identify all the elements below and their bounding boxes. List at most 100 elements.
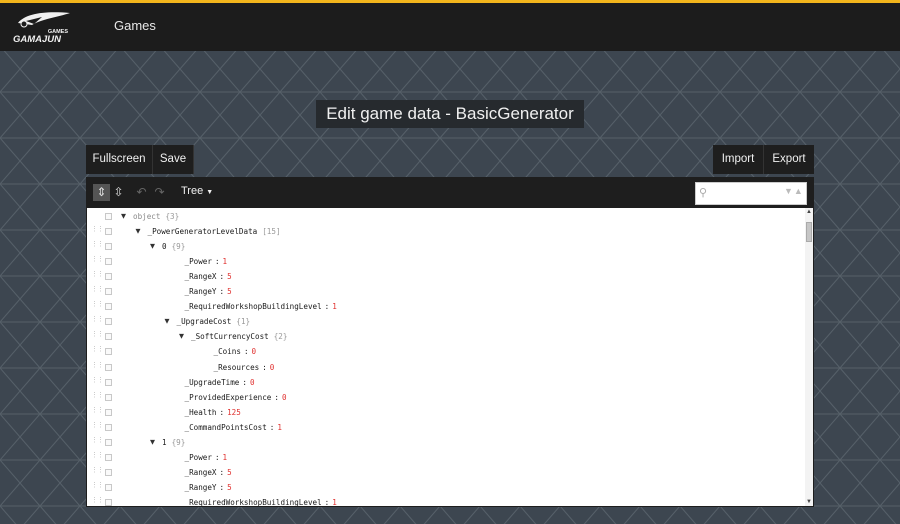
context-menu-button[interactable] bbox=[105, 318, 112, 326]
field-key[interactable]: _UpgradeCost bbox=[177, 317, 232, 326]
field-value[interactable]: 1 bbox=[332, 302, 337, 311]
tree-row[interactable]: ⋮⋮ ▼ _PowerGeneratorLevelData [15] bbox=[87, 224, 805, 239]
field-value[interactable]: 1 bbox=[277, 423, 282, 432]
drag-handle-icon[interactable]: ⋮⋮ bbox=[91, 421, 104, 432]
context-menu-button[interactable] bbox=[105, 273, 112, 281]
tree-field[interactable]: _Power:1 bbox=[185, 450, 228, 465]
context-menu-button[interactable] bbox=[105, 258, 112, 266]
field-key[interactable]: 0 bbox=[162, 242, 167, 251]
context-menu-button[interactable] bbox=[105, 348, 112, 356]
drag-handle-icon[interactable]: ⋮⋮ bbox=[91, 301, 104, 311]
field-key[interactable]: _UpgradeTime bbox=[185, 378, 240, 387]
tree-row[interactable]: ⋮⋮ _UpgradeTime:0 bbox=[87, 375, 805, 390]
expand-all-icon[interactable]: ⇕ bbox=[93, 184, 110, 201]
context-menu-button[interactable] bbox=[105, 288, 112, 296]
expand-toggle-icon[interactable]: ▼ bbox=[150, 239, 160, 254]
drag-handle-icon[interactable]: ⋮⋮ bbox=[91, 451, 104, 462]
field-value[interactable]: 1 bbox=[223, 453, 228, 462]
drag-handle-icon[interactable]: ⋮⋮ bbox=[91, 481, 104, 492]
field-key[interactable]: 1 bbox=[162, 438, 167, 447]
redo-icon[interactable]: ↷ bbox=[151, 184, 168, 201]
tree-row[interactable]: ⋮⋮ _Health:125 bbox=[87, 405, 805, 420]
tree-field[interactable]: _ProvidedExperience:0 bbox=[185, 390, 287, 405]
field-value[interactable]: 1 bbox=[223, 257, 228, 266]
tree-field[interactable]: 0 {9} bbox=[162, 239, 185, 254]
expand-toggle-icon[interactable]: ▼ bbox=[165, 314, 175, 329]
tree-field[interactable]: _RangeY:5 bbox=[185, 480, 232, 495]
tree-row[interactable]: ⋮⋮ _RequiredWorkshopBuildingLevel:1 bbox=[87, 495, 805, 506]
field-key[interactable]: _RequiredWorkshopBuildingLevel bbox=[185, 498, 322, 506]
field-key[interactable]: _Resources bbox=[214, 363, 260, 372]
field-key[interactable]: _PowerGeneratorLevelData bbox=[148, 227, 258, 236]
field-key[interactable]: _RangeY bbox=[185, 483, 217, 492]
tree-row[interactable]: ⋮⋮ _Resources:0 bbox=[87, 360, 805, 375]
tree-field[interactable]: _RangeX:5 bbox=[185, 465, 232, 480]
field-key[interactable]: _RequiredWorkshopBuildingLevel bbox=[185, 302, 322, 311]
drag-handle-icon[interactable]: ⋮⋮ bbox=[91, 496, 104, 506]
scroll-down-icon[interactable]: ▼ bbox=[805, 498, 813, 506]
field-key[interactable]: _SoftCurrencyCost bbox=[191, 332, 269, 341]
field-value[interactable]: 5 bbox=[227, 272, 232, 281]
context-menu-button[interactable] bbox=[105, 228, 112, 236]
field-key[interactable]: _RangeY bbox=[185, 287, 217, 296]
field-value[interactable]: 0 bbox=[282, 393, 287, 402]
context-menu-button[interactable] bbox=[105, 408, 112, 416]
context-menu-button[interactable] bbox=[105, 333, 112, 341]
field-value[interactable]: 0 bbox=[252, 347, 257, 356]
context-menu-button[interactable] bbox=[105, 423, 112, 431]
tree-field[interactable]: _Resources:0 bbox=[214, 360, 275, 375]
field-value[interactable]: 0 bbox=[250, 378, 255, 387]
field-value[interactable]: 0 bbox=[270, 363, 275, 372]
field-key[interactable]: _Coins bbox=[214, 347, 241, 356]
drag-handle-icon[interactable]: ⋮⋮ bbox=[91, 361, 104, 372]
scroll-thumb[interactable] bbox=[806, 222, 812, 242]
export-button[interactable]: Export bbox=[764, 145, 814, 174]
drag-handle-icon[interactable]: ⋮⋮ bbox=[91, 226, 104, 236]
drag-handle-icon[interactable]: ⋮⋮ bbox=[91, 241, 104, 251]
field-key[interactable]: _CommandPointsCost bbox=[185, 423, 267, 432]
context-menu-button[interactable] bbox=[105, 243, 112, 251]
tree-row[interactable]: ⋮⋮ _RangeX:5 bbox=[87, 269, 805, 284]
drag-handle-icon[interactable]: ⋮⋮ bbox=[91, 376, 104, 387]
context-menu-button[interactable] bbox=[105, 378, 112, 386]
scrollbar[interactable]: ▲ ▼ bbox=[805, 208, 813, 506]
collapse-all-icon[interactable]: ⇳ bbox=[110, 184, 127, 201]
tree-row[interactable]: ⋮⋮ _RequiredWorkshopBuildingLevel:1 bbox=[87, 299, 805, 314]
field-key[interactable]: _Power bbox=[185, 453, 212, 462]
expand-toggle-icon[interactable]: ▼ bbox=[136, 224, 146, 239]
tree-row[interactable]: ⋮⋮ _Power:1 bbox=[87, 450, 805, 465]
context-menu-button[interactable] bbox=[105, 483, 112, 491]
tree-field[interactable]: _RangeY:5 bbox=[185, 284, 232, 299]
tree-row[interactable]: ⋮⋮ _ProvidedExperience:0 bbox=[87, 390, 805, 405]
tree-field[interactable]: _RequiredWorkshopBuildingLevel:1 bbox=[185, 299, 337, 314]
tree-field[interactable]: _Coins:0 bbox=[214, 344, 257, 359]
context-menu-button[interactable] bbox=[105, 438, 112, 446]
drag-handle-icon[interactable]: ⋮⋮ bbox=[91, 331, 104, 341]
expand-toggle-icon[interactable]: ▼ bbox=[150, 435, 160, 450]
field-key[interactable]: _RangeX bbox=[185, 468, 217, 477]
field-key[interactable]: _ProvidedExperience bbox=[185, 393, 272, 402]
tree-row[interactable]: ⋮⋮ _Coins:0 bbox=[87, 344, 805, 359]
context-menu-button[interactable] bbox=[105, 468, 112, 476]
tree-row[interactable]: ⋮⋮ ▼ 0 {9} bbox=[87, 239, 805, 254]
tree-field[interactable]: _Health:125 bbox=[185, 405, 241, 420]
fullscreen-button[interactable]: Fullscreen bbox=[86, 145, 153, 174]
tree-field[interactable]: _Power:1 bbox=[185, 254, 228, 269]
tree-row[interactable]: ⋮⋮ _RangeY:5 bbox=[87, 284, 805, 299]
field-value[interactable]: 1 bbox=[332, 498, 337, 506]
drag-handle-icon[interactable]: ⋮⋮ bbox=[91, 391, 104, 402]
tree-field[interactable]: _UpgradeTime:0 bbox=[185, 375, 255, 390]
tree-row[interactable]: ⋮⋮ _Power:1 bbox=[87, 254, 805, 269]
tree-field[interactable]: _RequiredWorkshopBuildingLevel:1 bbox=[185, 495, 337, 506]
context-menu-button[interactable] bbox=[105, 213, 112, 220]
drag-handle-icon[interactable]: ⋮⋮ bbox=[91, 406, 104, 417]
tree-row[interactable]: ⋮⋮ _CommandPointsCost:1 bbox=[87, 420, 805, 435]
field-key[interactable]: _Health bbox=[185, 408, 217, 417]
tree-row[interactable]: ⋮⋮ ▼ _SoftCurrencyCost {2} bbox=[87, 329, 805, 344]
drag-handle-icon[interactable]: ⋮⋮ bbox=[91, 316, 104, 326]
drag-handle-icon[interactable]: ⋮⋮ bbox=[91, 466, 104, 477]
mode-dropdown[interactable]: Tree ▼ bbox=[181, 185, 213, 197]
gamajun-logo[interactable]: GAMES GAMAJUN bbox=[12, 9, 74, 45]
drag-handle-icon[interactable]: ⋮⋮ bbox=[91, 256, 104, 266]
field-key[interactable]: _RangeX bbox=[185, 272, 217, 281]
